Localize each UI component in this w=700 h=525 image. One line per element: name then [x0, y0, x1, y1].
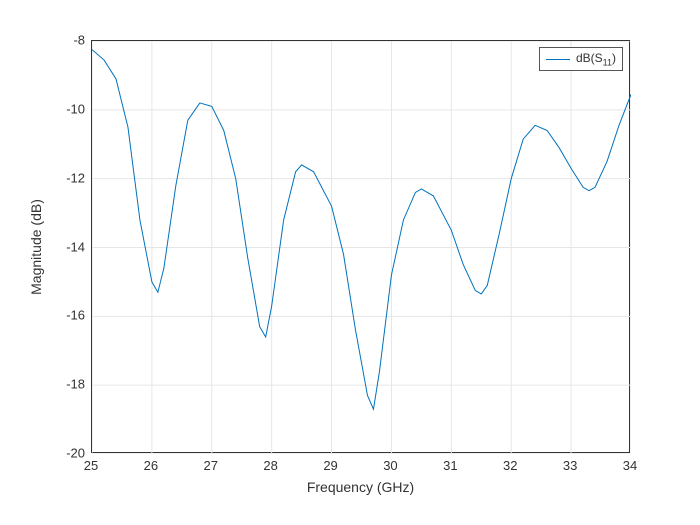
- y-tick: -14: [66, 239, 85, 254]
- legend-label: dB(S11): [576, 51, 616, 67]
- legend: dB(S11): [539, 47, 623, 71]
- x-tick: 31: [443, 458, 457, 473]
- x-tick: 26: [144, 458, 158, 473]
- y-axis-label: Magnitude (dB): [28, 199, 44, 295]
- x-axis-label: Frequency (GHz): [307, 479, 414, 495]
- x-tick: 28: [263, 458, 277, 473]
- x-tick: 25: [84, 458, 98, 473]
- y-tick: -10: [66, 101, 85, 116]
- x-tick: 33: [563, 458, 577, 473]
- x-tick: 32: [503, 458, 517, 473]
- plot-svg: [92, 41, 631, 454]
- y-tick: -20: [66, 446, 85, 461]
- y-tick: -18: [66, 377, 85, 392]
- x-tick: 30: [383, 458, 397, 473]
- y-tick: -12: [66, 170, 85, 185]
- y-tick: -8: [73, 33, 85, 48]
- x-tick: 34: [623, 458, 637, 473]
- s11-line: [92, 50, 631, 410]
- figure: dB(S11) 25 26 27 28 29 30 31 32 33 34 -20 -18 -16 -1…: [0, 0, 700, 525]
- x-tick: 27: [204, 458, 218, 473]
- grid-lines: [92, 41, 631, 454]
- plot-axes: dB(S11): [91, 40, 630, 453]
- x-tick: 29: [323, 458, 337, 473]
- y-tick: -16: [66, 308, 85, 323]
- legend-swatch: [546, 59, 570, 60]
